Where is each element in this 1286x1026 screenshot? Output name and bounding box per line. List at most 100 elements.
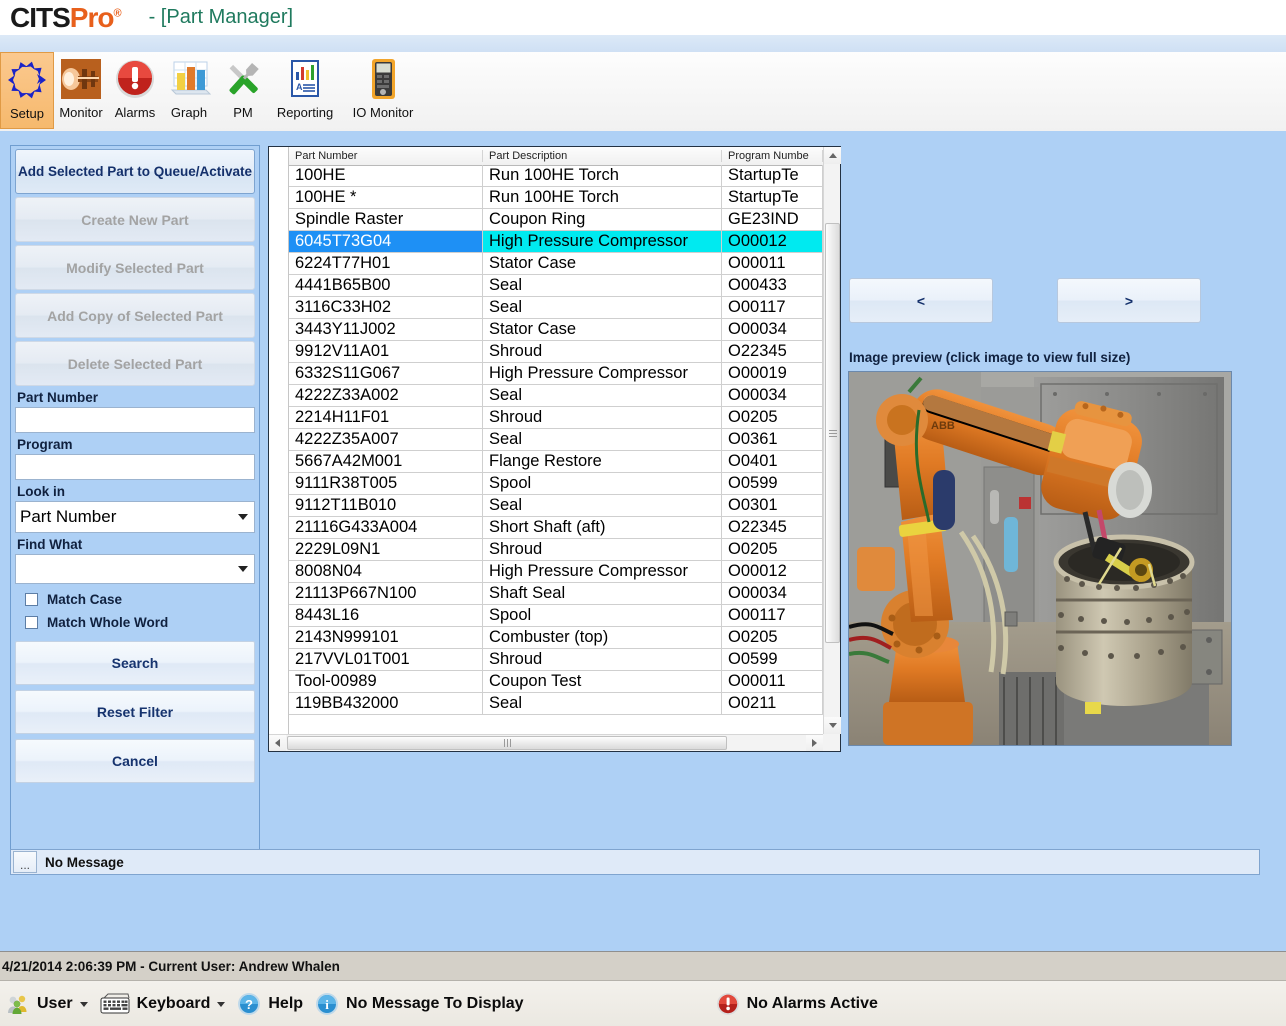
reset-filter-button[interactable]: Reset Filter — [15, 690, 255, 734]
table-row[interactable]: 2229L09N1 Shroud O0205 — [289, 539, 823, 561]
part-number-label: Part Number — [17, 390, 99, 405]
look-in-select[interactable]: Part Number — [15, 501, 255, 533]
keyboard-icon — [100, 993, 130, 1014]
toolbar-button-monitor[interactable]: Monitor — [54, 52, 108, 129]
status-help-label: Help — [268, 995, 304, 1012]
table-row[interactable]: 3116C33H02 Seal O00117 — [289, 297, 823, 319]
table-row[interactable]: 100HE Run 100HE Torch StartupTe — [289, 165, 823, 187]
grid-horizontal-scrollbar[interactable] — [269, 734, 823, 751]
scroll-down-arrow-icon[interactable] — [824, 717, 841, 734]
toolbar-button-io-monitor[interactable]: IO Monitor — [340, 52, 426, 129]
table-row[interactable]: 9111R38T005 Spool O0599 — [289, 473, 823, 495]
status-message-label: No Message To Display — [346, 995, 524, 1012]
grid-header-part-number[interactable]: Part Number — [289, 150, 483, 162]
cell-part-description: High Pressure Compressor — [482, 231, 723, 252]
status-keyboard-label: Keyboard — [136, 995, 211, 1012]
table-row[interactable]: 8443L16 Spool O00117 — [289, 605, 823, 627]
cell-part-description: Combuster (top) — [483, 627, 723, 648]
table-row[interactable]: 2143N999101 Combuster (top) O0205 — [289, 627, 823, 649]
status-user-button[interactable]: User — [0, 981, 94, 1026]
table-row[interactable]: 100HE * Run 100HE Torch StartupTe — [289, 187, 823, 209]
toolbar-button-alarms[interactable]: Alarms — [108, 52, 162, 129]
toolbar-button-reporting[interactable]: A Reporting — [270, 52, 340, 129]
cell-part-description: Seal — [483, 429, 723, 450]
cell-program-number: O0205 — [722, 539, 823, 560]
cell-program-number: O00012 — [722, 561, 823, 582]
program-label: Program — [17, 437, 73, 452]
vertical-scroll-thumb[interactable] — [825, 223, 840, 643]
program-input[interactable] — [15, 454, 255, 480]
table-row[interactable]: Spindle Raster Coupon Ring GE23IND — [289, 209, 823, 231]
table-row[interactable]: 119BB432000 Seal O0211 — [289, 693, 823, 715]
table-row[interactable]: 4222Z33A002 Seal O00034 — [289, 385, 823, 407]
scroll-right-arrow-icon[interactable] — [806, 735, 823, 751]
cell-part-description: Coupon Ring — [483, 209, 723, 230]
match-whole-word-checkbox[interactable]: Match Whole Word — [25, 615, 259, 630]
table-row[interactable]: Tool-00989 Coupon Test O00011 — [289, 671, 823, 693]
table-row[interactable]: 6045T73G04 High Pressure Compressor O00012 — [289, 231, 823, 253]
part-number-input[interactable] — [15, 407, 255, 433]
delete-selected-part-button[interactable]: Delete Selected Part — [15, 341, 255, 386]
cell-program-number: O0361 — [722, 429, 823, 450]
message-bar-text: No Message — [45, 854, 124, 870]
table-row[interactable]: 4441B65B00 Seal O00433 — [289, 275, 823, 297]
help-question-icon: ? — [238, 993, 261, 1015]
table-row[interactable]: 4222Z35A007 Seal O0361 — [289, 429, 823, 451]
status-help-button[interactable]: ? Help — [231, 981, 309, 1026]
search-button[interactable]: Search — [15, 641, 255, 685]
table-row[interactable]: 8008N04 High Pressure Compressor O00012 — [289, 561, 823, 583]
toolbar-label-monitor: Monitor — [59, 105, 103, 120]
cell-part-number: 2229L09N1 — [289, 539, 483, 560]
grid-body[interactable]: 100HE Run 100HE Torch StartupTe 100HE * Run … — [289, 165, 823, 717]
table-row[interactable]: 21116G433A004 Short Shaft (aft) O22345 — [289, 517, 823, 539]
toolbar-button-pm[interactable]: PM — [216, 52, 270, 129]
grid-header-program-number[interactable]: Program Numbe — [722, 150, 823, 162]
cell-part-description: Shroud — [483, 341, 723, 362]
match-case-label: Match Case — [47, 592, 123, 607]
match-case-checkbox[interactable]: Match Case — [25, 592, 259, 607]
add-selected-part-to-queue-button[interactable]: Add Selected Part to Queue/Activate — [15, 149, 255, 194]
cell-part-number: 9112T11B010 — [289, 495, 483, 516]
add-copy-of-selected-part-button[interactable]: Add Copy of Selected Part — [15, 293, 255, 338]
cell-part-description: Shroud — [483, 539, 723, 560]
message-ellipsis-button[interactable]: ... — [13, 851, 37, 873]
table-row[interactable]: 9912V11A01 Shroud O22345 — [289, 341, 823, 363]
cell-program-number: O00433 — [722, 275, 823, 296]
cell-part-description: Run 100HE Torch — [483, 165, 723, 186]
status-bar: User Keyboard ? Help i No Message To Dis… — [0, 980, 1286, 1026]
previous-image-button[interactable]: < — [849, 278, 993, 323]
table-row[interactable]: 217VVL01T001 Shroud O0599 — [289, 649, 823, 671]
table-row[interactable]: 21113P667N100 Shaft Seal O00034 — [289, 583, 823, 605]
current-user-text: 4/21/2014 2:06:39 PM - Current User: And… — [2, 959, 340, 974]
table-row[interactable]: 6332S11G067 High Pressure Compressor O0001… — [289, 363, 823, 385]
create-new-part-button[interactable]: Create New Part — [15, 197, 255, 242]
modify-selected-part-button[interactable]: Modify Selected Part — [15, 245, 255, 290]
find-what-combo[interactable] — [15, 554, 255, 584]
cell-part-number: 100HE * — [289, 187, 483, 208]
svg-text:A: A — [296, 82, 303, 92]
report-document-icon: A — [282, 56, 328, 102]
toolbar-button-graph[interactable]: Graph — [162, 52, 216, 129]
cell-part-number: 3443Y11J002 — [289, 319, 483, 340]
table-row[interactable]: 5667A42M001 Flange Restore O0401 — [289, 451, 823, 473]
image-preview[interactable]: ABB — [848, 371, 1232, 746]
cell-part-description: Seal — [483, 495, 723, 516]
table-row[interactable]: 9112T11B010 Seal O0301 — [289, 495, 823, 517]
title-bar: CITSPro® - [Part Manager] — [0, 0, 1286, 35]
table-row[interactable]: 3443Y11J002 Stator Case O00034 — [289, 319, 823, 341]
horizontal-scroll-thumb[interactable] — [287, 736, 727, 750]
setup-arrows-icon — [4, 57, 50, 103]
grid-vertical-scrollbar[interactable] — [823, 147, 841, 734]
table-row[interactable]: 6224T77H01 Stator Case O00011 — [289, 253, 823, 275]
cell-part-number: 9912V11A01 — [289, 341, 483, 362]
cell-part-description: Short Shaft (aft) — [483, 517, 723, 538]
next-image-button[interactable]: > — [1057, 278, 1201, 323]
grid-header-part-description[interactable]: Part Description — [483, 150, 723, 162]
scroll-up-arrow-icon[interactable] — [824, 147, 841, 164]
table-row[interactable]: 2214H11F01 Shroud O0205 — [289, 407, 823, 429]
toolbar-button-setup[interactable]: Setup — [0, 52, 54, 129]
scroll-left-arrow-icon[interactable] — [269, 735, 286, 751]
robot-arm-photo: ABB — [849, 372, 1231, 745]
cancel-button[interactable]: Cancel — [15, 739, 255, 783]
status-keyboard-button[interactable]: Keyboard — [94, 981, 232, 1026]
